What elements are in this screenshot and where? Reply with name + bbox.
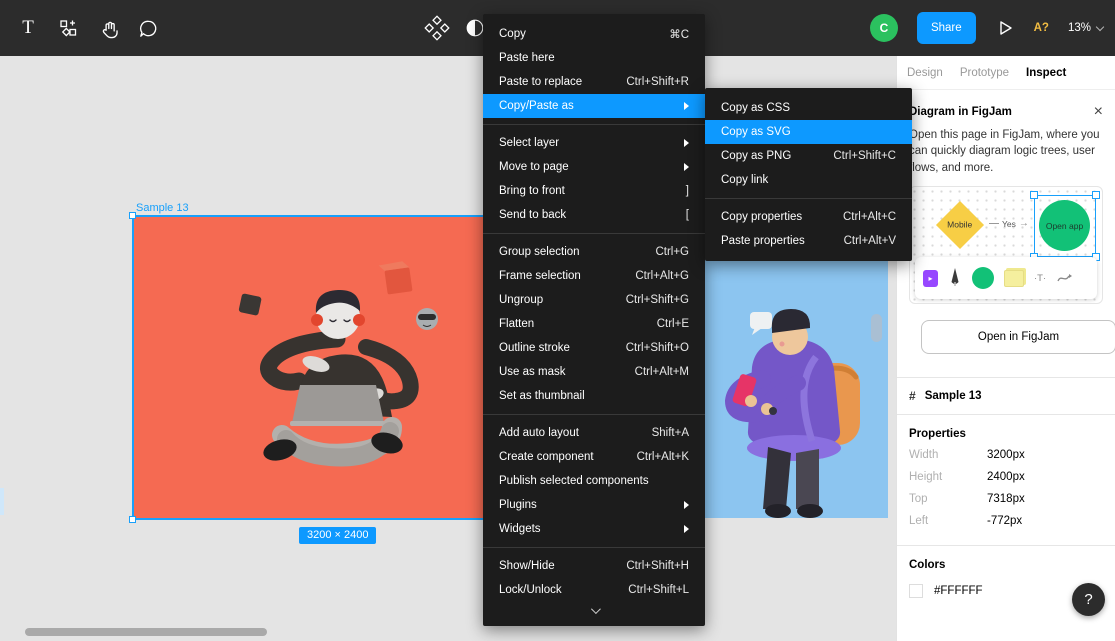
menu-item-set-as-thumbnail[interactable]: Set as thumbnail [483,384,705,408]
menu-item-paste-here[interactable]: Paste here [483,46,705,70]
text-tool-button[interactable]: T [8,0,48,56]
menu-item-copy-paste-as[interactable]: Copy/Paste as [483,94,705,118]
menu-item-copy-as-svg[interactable]: Copy as SVG [705,120,912,144]
right-panel: Design Prototype Inspect Diagram in FigJ… [896,56,1115,641]
menu-separator [483,414,705,415]
menu-item-show-hide[interactable]: Show/Hide Ctrl+Shift+H [483,554,705,578]
menu-item-copy-as-png[interactable]: Copy as PNG Ctrl+Shift+C [705,144,912,168]
figjam-promo-card: Diagram in FigJam × Open this page in Fi… [897,90,1115,354]
figjam-selected-shape: Open app [1034,195,1096,257]
help-button[interactable]: ? [1072,583,1105,616]
frame-name-label[interactable]: Sample 13 [136,202,189,214]
figjam-diamond-shape: Mobile [936,201,984,249]
property-row-height: Height 2400px [897,466,1115,488]
menu-separator [483,547,705,548]
selected-layer-row[interactable]: # Sample 13 [897,378,1115,414]
horizontal-scrollbar[interactable] [25,628,267,636]
resources-icon [57,17,79,39]
figjam-card-body: Open this page in FigJam, where you can … [909,127,1107,176]
menu-item-ungroup[interactable]: Ungroup Ctrl+Shift+G [483,288,705,312]
frame-size-badge: 3200 × 2400 [299,527,376,544]
figjam-text-tool-icon: ·T· [1034,273,1046,284]
text-tool-icon: T [22,17,34,39]
menu-scroll-down[interactable] [483,602,705,618]
resources-tool-button[interactable] [48,0,88,56]
property-row-top: Top 7318px [897,488,1115,510]
comment-icon [137,17,160,40]
menu-item-copy-link[interactable]: Copy link [705,168,912,192]
menu-item-outline-stroke[interactable]: Outline stroke Ctrl+Shift+O [483,336,705,360]
figjam-card-title: Diagram in FigJam [909,106,1012,118]
property-row-left: Left -772px [897,510,1115,532]
hand-tool-button[interactable] [88,0,128,56]
menu-item-bring-to-front[interactable]: Bring to front ] [483,179,705,203]
panel-tabs: Design Prototype Inspect [897,56,1115,90]
selection-handle-top-left[interactable] [129,212,136,219]
figjam-mini-toolbar: ▸ ·T· [915,257,1097,299]
selected-layer-name: Sample 13 [925,390,982,402]
figjam-connector: Yes → [989,218,1029,229]
open-in-figjam-button[interactable]: Open in FigJam [921,320,1115,354]
menu-item-use-as-mask[interactable]: Use as mask Ctrl+Alt+M [483,360,705,384]
menu-separator [705,198,912,199]
menu-separator [483,233,705,234]
zoom-control[interactable]: 13% [1068,22,1103,34]
colors-title: Colors [897,546,1115,575]
submenu-arrow-icon [684,163,689,171]
menu-item-lock-unlock[interactable]: Lock/Unlock Ctrl+Shift+L [483,578,705,602]
offscreen-frame-sliver [0,488,4,515]
component-icon[interactable] [424,15,450,41]
menu-item-add-auto-layout[interactable]: Add auto layout Shift+A [483,421,705,445]
figjam-pen-icon [948,266,962,290]
menu-item-plugins[interactable]: Plugins [483,493,705,517]
submenu-arrow-icon [684,139,689,147]
properties-title: Properties [897,415,1115,444]
missing-fonts-badge[interactable]: A? [1034,22,1049,34]
menu-item-create-component[interactable]: Create component Ctrl+Alt+K [483,445,705,469]
menu-item-group-selection[interactable]: Group selection Ctrl+G [483,240,705,264]
present-icon[interactable] [995,18,1015,38]
menu-item-copy-as-css[interactable]: Copy as CSS [705,96,912,120]
menu-item-move-to-page[interactable]: Move to page [483,155,705,179]
figjam-sticky-icon [1004,270,1024,287]
figjam-cursor-icon: ▸ [923,270,938,287]
chevron-down-icon [1096,22,1104,30]
menu-item-flatten[interactable]: Flatten Ctrl+E [483,312,705,336]
tab-design[interactable]: Design [907,67,943,79]
color-swatch [909,584,923,598]
menu-item-copy[interactable]: Copy ⌘C [483,22,705,46]
menu-item-paste-to-replace[interactable]: Paste to replace Ctrl+Shift+R [483,70,705,94]
submenu-arrow-icon [684,102,689,110]
menu-separator [483,124,705,125]
menu-item-widgets[interactable]: Widgets [483,517,705,541]
avatar[interactable]: C [870,14,898,42]
tab-prototype[interactable]: Prototype [960,67,1009,79]
menu-item-paste-properties[interactable]: Paste properties Ctrl+Alt+V [705,229,912,253]
submenu-arrow-icon [684,525,689,533]
menu-item-frame-selection[interactable]: Frame selection Ctrl+Alt+G [483,264,705,288]
selection-handle-bottom-left[interactable] [129,516,136,523]
menu-item-send-to-back[interactable]: Send to back [ [483,203,705,227]
menu-item-select-layer[interactable]: Select layer [483,131,705,155]
context-menu: Copy ⌘C Paste here Paste to replace Ctrl… [483,14,705,626]
chevron-down-icon [590,604,600,614]
tab-inspect[interactable]: Inspect [1026,67,1066,79]
zoom-level: 13% [1068,22,1091,34]
comment-tool-button[interactable] [128,0,168,56]
figjam-preview-image: Mobile Yes → Open app ▸ [909,186,1103,304]
figjam-connector-icon [1056,272,1072,284]
share-button[interactable]: Share [917,12,976,44]
close-icon[interactable]: × [1094,106,1103,118]
figjam-shape-icon [972,267,994,289]
color-hex: #FFFFFF [934,585,983,597]
frame-icon: # [909,389,916,403]
menu-item-publish-selected-components[interactable]: Publish selected components [483,469,705,493]
menu-item-copy-properties[interactable]: Copy properties Ctrl+Alt+C [705,205,912,229]
copy-paste-as-submenu: Copy as CSS Copy as SVG Copy as PNG Ctrl… [705,88,912,261]
hand-icon [97,17,120,40]
submenu-arrow-icon [684,501,689,509]
property-row-width: Width 3200px [897,444,1115,466]
